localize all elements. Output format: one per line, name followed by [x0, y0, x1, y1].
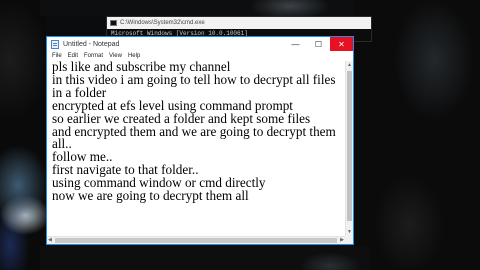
chevron-up-icon[interactable]: ▲	[346, 61, 353, 69]
close-button[interactable]: ✕	[330, 37, 353, 51]
menu-help[interactable]: Help	[128, 53, 140, 59]
chevron-down-icon[interactable]: ▼	[346, 228, 353, 236]
editor-area[interactable]: pls like and subscribe my channel in thi…	[47, 61, 353, 244]
notepad-window[interactable]: Untitled - Notepad — ☐ ✕ File Edit Forma…	[46, 36, 354, 245]
cmd-title-bar[interactable]: C:\Windows\System32\cmd.exe	[107, 17, 371, 29]
window-controls: — ☐ ✕	[284, 37, 353, 51]
horizontal-scroll-thumb[interactable]	[55, 238, 337, 243]
menu-view[interactable]: View	[109, 53, 122, 59]
horizontal-scrollbar[interactable]: ◀ ▶	[47, 236, 345, 244]
chevron-left-icon[interactable]: ◀	[48, 237, 52, 244]
video-background-right	[354, 0, 480, 270]
menu-edit[interactable]: Edit	[68, 53, 78, 59]
text-line: and encrypted them and we are going to d…	[52, 123, 336, 139]
minimize-button[interactable]: —	[284, 37, 307, 51]
text-content[interactable]: pls like and subscribe my channel in thi…	[52, 61, 343, 236]
cmd-icon	[110, 20, 117, 26]
cmd-title: C:\Windows\System32\cmd.exe	[120, 20, 205, 26]
menu-format[interactable]: Format	[84, 53, 103, 59]
menu-bar: File Edit Format View Help	[47, 51, 353, 61]
video-background-left	[0, 0, 46, 270]
vertical-scroll-thumb[interactable]	[347, 71, 352, 221]
video-background-bottom	[40, 246, 370, 270]
notepad-title-bar[interactable]: Untitled - Notepad — ☐ ✕	[47, 37, 353, 51]
vertical-scrollbar[interactable]: ▲ ▼	[345, 61, 353, 236]
maximize-button[interactable]: ☐	[307, 37, 330, 51]
video-background-top	[40, 0, 370, 16]
notepad-title: Untitled - Notepad	[63, 40, 120, 48]
text-line: now we are going to decrypt them all	[52, 188, 249, 204]
chevron-right-icon[interactable]: ▶	[340, 237, 344, 244]
menu-file[interactable]: File	[52, 53, 62, 59]
scrollbar-corner	[345, 236, 353, 244]
notepad-icon	[51, 39, 59, 49]
